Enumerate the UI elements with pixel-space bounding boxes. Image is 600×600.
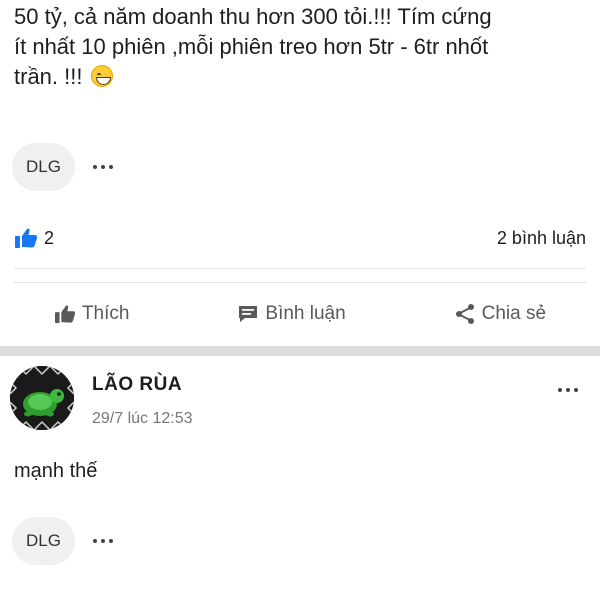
- comment-button-label: Bình luận: [265, 303, 346, 324]
- post-text-line: 50 tỷ, cả năm doanh thu hơn 300 tỏi.!!! …: [14, 4, 492, 29]
- post-actions: Thích Bình luận Chia sẻ: [0, 292, 600, 336]
- author-avatar[interactable]: [10, 366, 74, 430]
- like-count: 2: [44, 227, 55, 248]
- post-stats: 2 2 bình luận: [14, 224, 586, 252]
- comment-icon: [239, 306, 258, 322]
- post-tag-row: DLG: [12, 517, 113, 565]
- thumbs-up-icon: [15, 228, 38, 248]
- more-tags-icon[interactable]: [92, 531, 113, 551]
- post-body: 50 tỷ, cả năm doanh thu hơn 300 tỏi.!!! …: [14, 2, 586, 92]
- more-tags-icon[interactable]: [92, 157, 113, 177]
- like-button-label: Thích: [81, 303, 130, 324]
- divider: [14, 282, 586, 283]
- post-text: mạnh thế: [14, 460, 98, 482]
- post-text-line: ít nhất 10 phiên ,mỗi phiên treo hơn 5tr…: [14, 34, 489, 59]
- share-icon: [455, 304, 474, 324]
- post-timestamp: 29/7 lúc 12:53: [92, 410, 193, 427]
- post-tag-row: DLG: [12, 143, 113, 191]
- like-summary[interactable]: 2: [14, 227, 54, 249]
- post-text-line: trần. !!!: [14, 62, 586, 92]
- thumbs-up-icon: [54, 305, 76, 324]
- divider: [14, 268, 586, 269]
- comment-button[interactable]: Bình luận: [237, 303, 346, 325]
- comment-count[interactable]: 2 bình luận: [497, 228, 586, 249]
- stock-tag-chip[interactable]: DLG: [12, 517, 75, 565]
- like-button[interactable]: Thích: [54, 303, 130, 325]
- post-separator: [0, 346, 600, 356]
- stock-tag-chip[interactable]: DLG: [12, 143, 75, 191]
- turtle-avatar-icon: [10, 366, 74, 430]
- author-name[interactable]: LÃO RÙA: [92, 374, 182, 396]
- share-button-label: Chia sẻ: [481, 303, 547, 324]
- grinning-sweat-emoji-icon: [90, 65, 113, 87]
- post-options-icon[interactable]: [558, 380, 578, 400]
- share-button[interactable]: Chia sẻ: [454, 303, 546, 325]
